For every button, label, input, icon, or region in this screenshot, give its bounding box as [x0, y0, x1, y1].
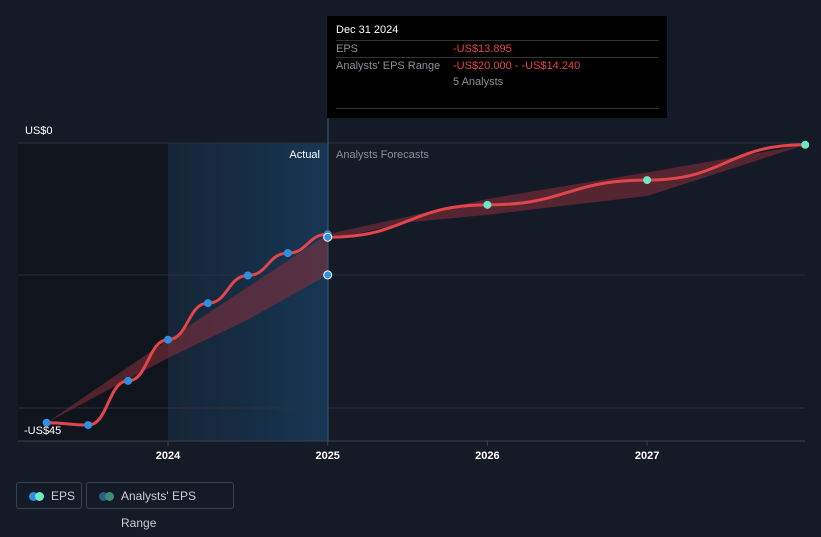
eps-point: [243, 271, 252, 280]
legend-range[interactable]: Analysts' EPS Range: [86, 482, 234, 530]
tooltip-eps-value: -US$13.895: [453, 43, 512, 55]
range-low-point: [323, 270, 333, 280]
eps-point: [84, 421, 93, 430]
tooltip-range-value: -US$20.000 - -US$14.240: [453, 60, 581, 72]
x-tick-label: 2027: [635, 450, 659, 462]
eps-point: [483, 200, 492, 209]
eps-point: [42, 418, 51, 427]
tooltip-analysts: 5 Analysts: [453, 76, 504, 88]
eps-point: [323, 232, 333, 242]
eps-point: [164, 335, 172, 344]
y-label-bottom: -US$45: [24, 425, 61, 437]
actual-label: Actual: [289, 149, 320, 161]
range-legend-icon: [99, 492, 117, 501]
tooltip-eps-label: EPS: [336, 43, 359, 55]
eps-point: [124, 376, 133, 385]
tooltip: Dec 31 2024 EPS -US$13.895 Analysts' EPS …: [327, 16, 667, 118]
eps-point: [801, 140, 810, 149]
tooltip-date: Dec 31 2024: [336, 24, 399, 36]
x-tick-label: 2024: [156, 450, 181, 462]
y-label-top: US$0: [25, 125, 53, 137]
tooltip-range-label: Analysts' EPS Range: [336, 60, 441, 72]
eps-legend-icon: [29, 492, 47, 501]
x-tick-label: 2025: [315, 450, 339, 462]
forecast-label: Analysts Forecasts: [336, 149, 429, 161]
legend-range-label: Analysts' EPS Range: [121, 489, 196, 530]
eps-point: [283, 249, 292, 258]
eps-point: [643, 176, 652, 185]
legend-eps[interactable]: EPS: [16, 482, 82, 509]
legend-eps-label: EPS: [51, 489, 76, 503]
x-tick-label: 2026: [475, 450, 499, 462]
eps-point: [203, 299, 212, 308]
